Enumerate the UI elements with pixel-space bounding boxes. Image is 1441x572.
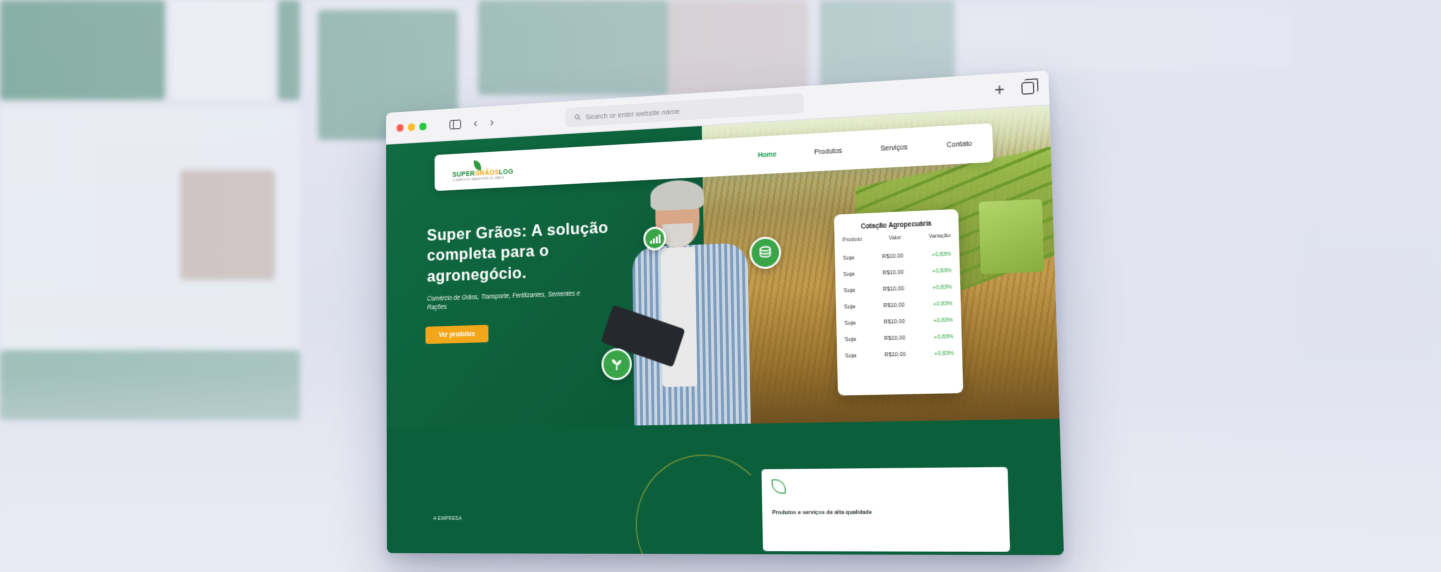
harvester-cab-image: [978, 198, 1045, 275]
cotacao-title: Cotação Agropecuária: [860, 220, 932, 231]
tabs-overview-icon[interactable]: [1021, 81, 1035, 95]
nav-servicos-link[interactable]: Serviços: [880, 144, 907, 153]
main-nav: Home Produtos Serviços Contato: [758, 140, 972, 159]
cotacao-variacao: +0,83%: [932, 284, 953, 292]
cotacao-header-row: Produto Valor Variação: [842, 233, 950, 244]
browser-window: ‹ › Search or enter website name + SUPER…: [386, 70, 1064, 556]
cotacao-valor: R$10,00: [881, 253, 904, 261]
cotacao-variacao: +0,83%: [932, 300, 953, 308]
farmer-photo: [600, 172, 770, 426]
cotacao-row: Soja R$10,00 +0,83%: [845, 351, 954, 360]
hero-title: Super Grãos: A solução completa para o a…: [426, 218, 609, 286]
cotacao-valor: R$10,00: [883, 302, 905, 310]
ver-produtos-button[interactable]: Ver produtos: [425, 324, 489, 345]
cotacao-produto: Soja: [844, 320, 856, 327]
cotacao-produto: Soja: [845, 353, 857, 360]
maximize-window-button[interactable]: [419, 122, 427, 131]
cotacao-row: Soja R$10,00 +0,83%: [844, 301, 953, 311]
cotacao-variacao: +0,83%: [933, 317, 954, 325]
forward-icon[interactable]: ›: [490, 115, 494, 129]
cotacao-produto: Soja: [843, 304, 856, 311]
cotacao-row: Soja R$10,00 +0,83%: [844, 284, 952, 294]
service-card-title: Produtos e serviços de alta qualidade: [772, 509, 872, 517]
cotacao-card: Cotação Agropecuária Produto Valor Varia…: [833, 209, 964, 396]
browser-stage: ‹ › Search or enter website name + SUPER…: [0, 0, 1441, 572]
sidebar-icon[interactable]: [449, 118, 462, 130]
cotacao-variacao: +0,83%: [931, 251, 952, 259]
cotacao-valor: R$10,00: [882, 269, 904, 277]
address-placeholder: Search or enter website name: [585, 106, 680, 121]
nav-produtos-link[interactable]: Produtos: [814, 147, 842, 156]
cotacao-variacao: +0,83%: [934, 350, 954, 358]
window-controls: [396, 122, 427, 132]
close-window-button[interactable]: [396, 123, 404, 132]
cotacao-valor: R$10,00: [882, 286, 905, 293]
site-logo[interactable]: SUPERGRÃOSLOG COMÉRCIO E TRANSPORTE DE G…: [452, 158, 513, 183]
back-icon[interactable]: ‹: [474, 116, 478, 130]
leaf-logo-icon: [473, 160, 482, 171]
cotacao-row: Soja R$10,00 +0,83%: [843, 268, 951, 278]
section-label: A EMPRESA: [433, 516, 462, 522]
toolbar-right-actions: +: [994, 79, 1035, 99]
cotacao-valor: R$10,00: [884, 351, 906, 359]
nav-contato-link[interactable]: Contato: [946, 140, 972, 149]
cotacao-header-valor: Valor: [888, 235, 902, 242]
cotacao-valor: R$10,00: [883, 318, 906, 326]
new-tab-icon[interactable]: +: [994, 79, 1005, 99]
cotacao-row: Soja R$10,00 +0,83%: [843, 251, 951, 261]
cotacao-produto: Soja: [843, 271, 855, 279]
cotacao-produto: Soja: [844, 336, 857, 344]
farmer-hair: [650, 179, 705, 212]
cotacao-produto: Soja: [843, 287, 855, 295]
leaf-icon: [771, 479, 786, 494]
cotacao-variacao: +0,83%: [932, 267, 952, 275]
cotacao-row: Soja R$10,00 +0,83%: [844, 317, 953, 326]
search-icon: [575, 113, 582, 120]
minimize-window-button[interactable]: [407, 122, 415, 131]
cotacao-header-variacao: Variação: [928, 232, 951, 241]
nav-home-link[interactable]: Home: [758, 151, 777, 159]
cotacao-valor: R$10,00: [883, 335, 906, 343]
cotacao-row: Soja R$10,00 +0,83%: [845, 334, 954, 343]
cotacao-variacao: +0,83%: [933, 334, 954, 341]
cotacao-header-produto: Produto: [842, 236, 863, 244]
cotacao-produto: Soja: [842, 255, 855, 262]
farmer-tshirt: [660, 246, 698, 388]
website-page: SUPERGRÃOSLOG COMÉRCIO E TRANSPORTE DE G…: [386, 105, 1064, 556]
service-card[interactable]: Produtos e serviços de alta qualidade: [761, 466, 1011, 552]
